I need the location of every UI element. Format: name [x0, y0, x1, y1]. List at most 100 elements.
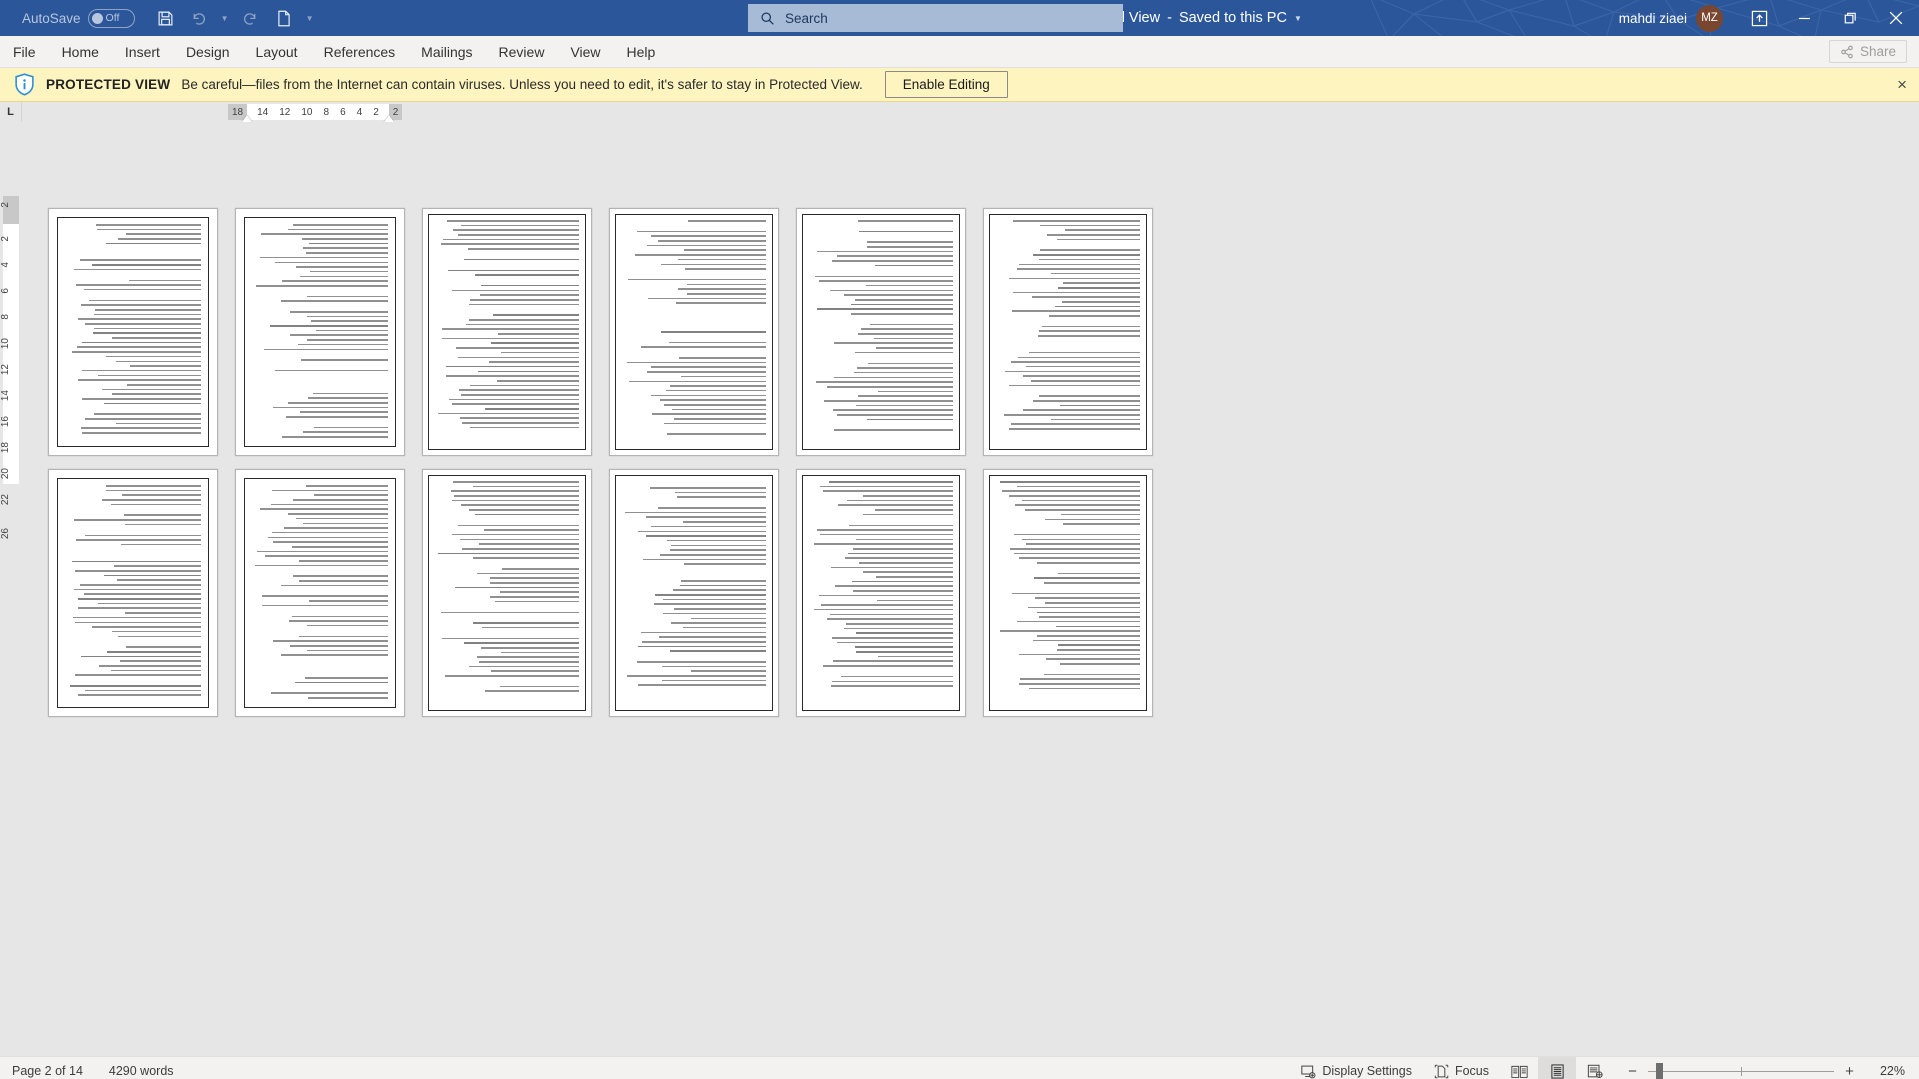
document-page[interactable]: [796, 469, 966, 717]
page-text-line: [491, 342, 579, 345]
display-settings-button[interactable]: Display Settings: [1290, 1057, 1423, 1079]
save-status-caret-icon[interactable]: ▼: [1294, 14, 1302, 23]
page-text-line: [1033, 400, 1140, 402]
undo-dropdown-caret-icon[interactable]: ▼: [217, 4, 233, 32]
page-text-line: [818, 280, 953, 282]
zoom-out-button[interactable]: −: [1626, 1063, 1639, 1079]
zoom-slider[interactable]: [1648, 1062, 1834, 1079]
account-name[interactable]: mahdi ziaei: [1619, 11, 1687, 26]
page-text-line: [846, 622, 953, 625]
document-page[interactable]: [983, 469, 1153, 717]
tab-layout[interactable]: Layout: [243, 37, 311, 67]
save-status[interactable]: Saved to this PC: [1179, 10, 1287, 26]
vruler-tick-11: 22: [0, 494, 11, 506]
zoom-percentage[interactable]: 22%: [1865, 1064, 1905, 1078]
print-layout-button[interactable]: [1538, 1056, 1576, 1079]
tab-view[interactable]: View: [557, 37, 613, 67]
horizontal-ruler[interactable]: 18 14 12 10 8 6 4 2 2: [228, 104, 403, 120]
tab-home[interactable]: Home: [49, 37, 112, 67]
avatar[interactable]: MZ: [1696, 4, 1723, 32]
page-text-line: [690, 670, 766, 672]
zoom-control[interactable]: − + 22%: [1626, 1062, 1905, 1079]
tab-help[interactable]: Help: [614, 37, 669, 67]
page-text-line: [468, 509, 579, 511]
page-text-line: [124, 523, 201, 526]
document-page[interactable]: [609, 208, 779, 456]
page-text-line: [669, 385, 766, 387]
page-text-line: [836, 414, 953, 416]
document-page[interactable]: [422, 208, 592, 456]
focus-button[interactable]: Focus: [1423, 1057, 1500, 1079]
document-page[interactable]: [235, 208, 405, 456]
page-indicator[interactable]: Page 2 of 14: [12, 1064, 83, 1078]
tab-design[interactable]: Design: [173, 37, 243, 67]
close-message-bar-icon[interactable]: ×: [1897, 76, 1907, 93]
zoom-slider-thumb[interactable]: [1656, 1062, 1663, 1079]
save-icon[interactable]: [151, 4, 181, 32]
vertical-ruler[interactable]: 2 2 4 6 8 10 12 14 16 18 20 22 26: [0, 122, 22, 1056]
document-page[interactable]: [235, 469, 405, 717]
document-page[interactable]: [48, 469, 218, 717]
enable-editing-button[interactable]: Enable Editing: [884, 71, 1008, 98]
undo-icon[interactable]: [184, 4, 214, 32]
tab-review[interactable]: Review: [486, 37, 558, 67]
ruler-text-area: 14 12 10 8 6 4 2: [247, 104, 389, 120]
page-text-line: [501, 351, 579, 354]
page-text-line: [498, 333, 579, 335]
page-text-line: [1038, 258, 1140, 261]
page-text-line: [658, 240, 766, 242]
page-text-line: [106, 489, 201, 492]
tab-mailings[interactable]: Mailings: [408, 37, 485, 67]
page-text-line: [1018, 653, 1140, 656]
autosave-control[interactable]: AutoSave Off: [22, 8, 135, 28]
page-text-line: [876, 599, 953, 602]
vruler-tick-9: 18: [0, 442, 11, 454]
page-text-line: [77, 598, 201, 600]
ribbon-display-options-icon[interactable]: [1737, 0, 1781, 36]
read-mode-button[interactable]: [1500, 1057, 1538, 1079]
pages-scroll-canvas[interactable]: [22, 122, 1919, 1056]
tab-insert[interactable]: Insert: [112, 37, 173, 67]
customize-quick-access-toolbar-icon[interactable]: ▼: [302, 4, 318, 32]
page-text-line: [85, 418, 201, 420]
page-text-line: [856, 404, 953, 407]
close-icon[interactable]: [1873, 0, 1919, 36]
redo-icon[interactable]: [236, 4, 266, 32]
tab-file[interactable]: File: [0, 37, 49, 67]
page-text-line: [460, 417, 579, 420]
zoom-in-button[interactable]: +: [1843, 1063, 1856, 1079]
tab-references[interactable]: References: [311, 37, 409, 67]
page-text-line: [289, 334, 388, 337]
new-document-icon[interactable]: [269, 4, 299, 32]
page-text-line: [688, 220, 766, 222]
page-text-line: [854, 351, 953, 354]
page-text-line: [96, 224, 201, 226]
page-text-line: [624, 511, 766, 514]
page-text-line: [452, 229, 579, 231]
autosave-toggle[interactable]: Off: [87, 8, 135, 28]
web-layout-button[interactable]: [1576, 1057, 1614, 1079]
page-text-line: [651, 525, 766, 528]
document-page[interactable]: [796, 208, 966, 456]
restore-icon[interactable]: [1827, 0, 1873, 36]
page-text-line: [288, 401, 388, 404]
page-text-line: [71, 351, 201, 353]
web-layout-icon: [1587, 1064, 1603, 1078]
page-text-line: [667, 539, 766, 542]
vruler-tick-2: 4: [0, 262, 11, 268]
page-text-line: [273, 640, 388, 642]
document-page[interactable]: [422, 469, 592, 717]
document-page[interactable]: [983, 208, 1153, 456]
document-page[interactable]: [609, 469, 779, 717]
search-input[interactable]: Search: [748, 4, 1123, 32]
tab-stop-selector[interactable]: L: [0, 102, 22, 122]
document-page[interactable]: [48, 208, 218, 456]
page-text-line: [286, 416, 388, 418]
protected-view-message: Be careful—files from the Internet can c…: [181, 77, 863, 92]
page-text-line: [837, 255, 953, 258]
page-text-line: [299, 580, 388, 582]
minimize-icon[interactable]: [1781, 0, 1827, 36]
word-count[interactable]: 4290 words: [109, 1064, 174, 1078]
page-text-line: [646, 371, 766, 373]
page-text-line: [115, 360, 201, 363]
